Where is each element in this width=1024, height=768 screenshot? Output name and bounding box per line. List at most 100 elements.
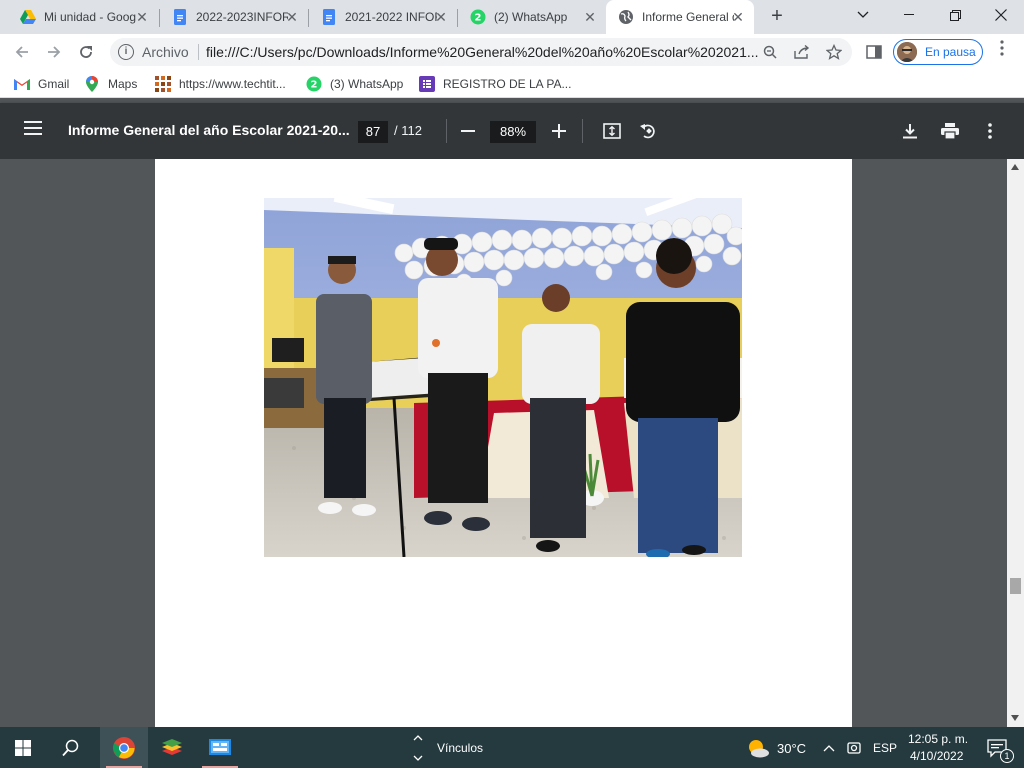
close-tab-icon[interactable]: ✕: [284, 9, 300, 25]
plus-icon: [552, 124, 566, 138]
new-tab-button[interactable]: +: [766, 6, 788, 28]
fit-page-button[interactable]: [600, 119, 624, 143]
zoom-out-button[interactable]: [456, 119, 480, 143]
tab-title: 2022-2023INFORME: [196, 10, 288, 24]
bookmark-gmail[interactable]: Gmail: [14, 76, 69, 92]
more-vertical-icon: [1000, 40, 1004, 56]
tab-strip: Mi unidad - Google Drive ✕ 2022-2023INFO…: [0, 0, 1024, 34]
scheme-label: Archivo: [142, 44, 189, 60]
star-icon[interactable]: [824, 42, 844, 62]
tab-search-button[interactable]: [840, 0, 886, 30]
rotate-button[interactable]: [636, 119, 660, 143]
pdf-page: [155, 159, 852, 727]
page-total: / 112: [394, 123, 422, 138]
start-button[interactable]: [0, 727, 46, 768]
browser-toolbar: i Archivo file:///C:/Users/pc/Downloads/…: [0, 34, 1024, 70]
minimize-button[interactable]: [886, 0, 932, 30]
app-window-icon: [209, 738, 231, 755]
tab-title: Informe General del año: [642, 10, 734, 24]
scroll-down-icon[interactable]: [1011, 715, 1019, 721]
url-text[interactable]: file:///C:/Users/pc/Downloads/Informe%20…: [206, 44, 758, 60]
bookmark-maps[interactable]: Maps: [84, 76, 137, 92]
taskbar-remote-app[interactable]: [196, 727, 244, 768]
share-icon[interactable]: [792, 42, 812, 62]
grid-icon: [155, 76, 171, 92]
scroll-thumb[interactable]: [1010, 578, 1021, 594]
profile-status: En pausa: [925, 45, 976, 59]
close-tab-icon[interactable]: ✕: [433, 9, 449, 25]
restore-button[interactable]: [932, 0, 978, 30]
avatar: [897, 42, 917, 62]
links-toolbar-scroll[interactable]: [408, 727, 428, 768]
minus-icon: [461, 130, 475, 132]
forms-icon: [419, 76, 435, 92]
close-tab-icon[interactable]: ✕: [730, 9, 746, 25]
arrow-right-icon: [48, 46, 61, 58]
tab-informe-general[interactable]: Informe General del año ✕: [606, 0, 754, 34]
vertical-scrollbar[interactable]: [1007, 159, 1024, 727]
profile-button[interactable]: En pausa: [893, 39, 983, 65]
taskbar-chrome[interactable]: [100, 727, 148, 768]
arrow-left-icon: [15, 46, 28, 58]
reload-button[interactable]: [72, 38, 100, 66]
input-language[interactable]: ESP: [873, 741, 897, 755]
browser-menu-button[interactable]: [994, 40, 1010, 64]
tab-informe-2022-2023[interactable]: 2022-2023INFORME ✕: [160, 0, 308, 34]
close-tab-icon[interactable]: ✕: [134, 9, 150, 25]
whatsapp-icon: 2: [470, 9, 486, 25]
tray-device-button[interactable]: [842, 727, 866, 768]
svg-text:2: 2: [311, 80, 318, 91]
bluestacks-icon: [162, 738, 182, 755]
zoom-icon[interactable]: [760, 42, 780, 62]
bookmark-whatsapp[interactable]: 2 (3) WhatsApp: [306, 76, 403, 92]
omnibox-divider: [198, 44, 199, 60]
side-panel-icon[interactable]: [866, 44, 882, 60]
back-button[interactable]: [8, 38, 36, 66]
reload-icon: [80, 46, 92, 58]
bookmark-label: Maps: [108, 77, 138, 91]
chrome-icon: [113, 736, 135, 759]
address-bar[interactable]: i Archivo file:///C:/Users/pc/Downloads/…: [110, 38, 852, 66]
menu-icon[interactable]: [24, 121, 44, 141]
more-vertical-icon: [988, 123, 992, 139]
taskbar-bluestacks[interactable]: [148, 727, 196, 768]
bookmark-registro[interactable]: REGISTRO DE LA PA...: [419, 76, 571, 92]
bookmark-techtit[interactable]: https://www.techtit...: [155, 76, 286, 92]
up-down-arrows-icon: [413, 734, 423, 761]
zoom-level-input[interactable]: 88%: [490, 121, 536, 143]
search-button[interactable]: [48, 727, 94, 768]
camera-icon: [847, 741, 861, 754]
download-button[interactable]: [898, 119, 922, 143]
google-docs-icon: [321, 9, 337, 25]
event-photo: [264, 198, 742, 557]
print-button[interactable]: [938, 119, 962, 143]
zoom-in-button[interactable]: [547, 119, 571, 143]
pdf-more-button[interactable]: [978, 119, 1002, 143]
weather-widget[interactable]: [744, 727, 772, 768]
google-docs-icon: [172, 9, 188, 25]
clock-time[interactable]: 12:05 p. m.: [908, 732, 968, 746]
notification-count: 1: [1000, 749, 1014, 763]
close-window-button[interactable]: [978, 0, 1024, 30]
bookmark-label: (3) WhatsApp: [330, 77, 404, 91]
whatsapp-icon: 2: [306, 76, 322, 92]
tab-whatsapp[interactable]: 2 (2) WhatsApp ✕: [458, 0, 606, 34]
tray-overflow-button[interactable]: [818, 727, 840, 768]
search-icon: [62, 739, 79, 756]
clock-date[interactable]: 4/10/2022: [910, 749, 963, 763]
tab-google-drive[interactable]: Mi unidad - Google Drive ✕: [8, 0, 158, 34]
pdf-viewer[interactable]: [0, 159, 1007, 727]
toolbar-divider: [446, 119, 447, 143]
bookmark-label: https://www.techtit...: [179, 77, 286, 91]
notifications-button[interactable]: 1: [978, 727, 1018, 768]
close-tab-icon[interactable]: ✕: [582, 9, 598, 25]
links-toolbar-label[interactable]: Vínculos: [437, 741, 483, 755]
weather-temperature[interactable]: 30°C: [777, 741, 806, 756]
page-number-input[interactable]: 87: [358, 121, 388, 143]
forward-button[interactable]: [40, 38, 68, 66]
tab-informe-2021-2022[interactable]: 2021-2022 INFORME ✕: [309, 0, 457, 34]
info-icon[interactable]: i: [118, 44, 134, 60]
bookmarks-bar: Gmail Maps https://www.techtit... 2 (3) …: [0, 70, 1024, 98]
scroll-up-icon[interactable]: [1011, 164, 1019, 170]
windows-logo-icon: [15, 739, 31, 756]
